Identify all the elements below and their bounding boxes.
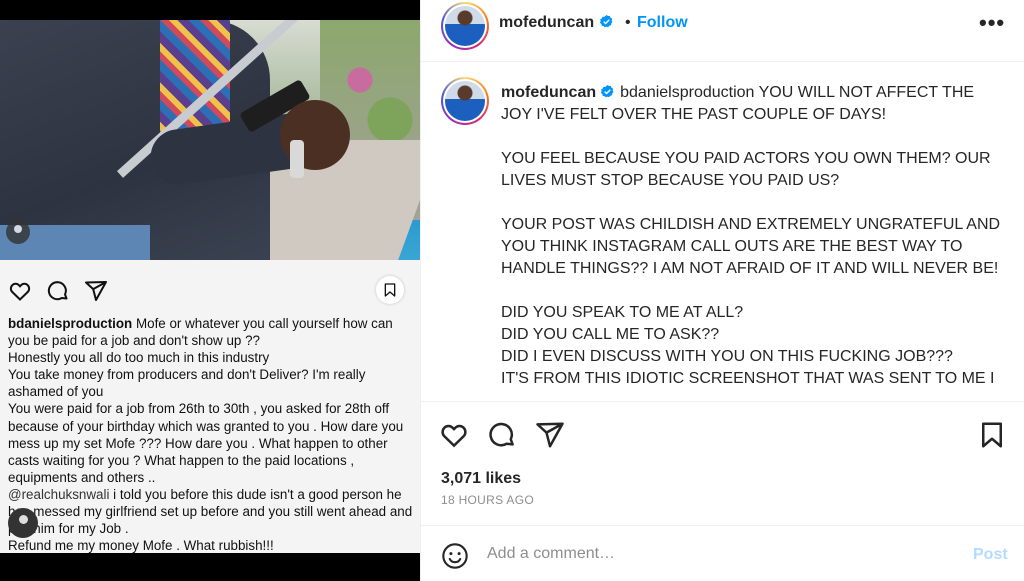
more-options-button[interactable]: ••• — [979, 10, 1005, 36]
screenshot-user-icon — [8, 508, 38, 538]
screenshot-action-row — [8, 278, 108, 304]
caption-username[interactable]: mofeduncan — [501, 84, 596, 101]
screenshot-mention: @realchuksnwali — [8, 486, 110, 502]
caption-section: mofeduncan bdanielsproduction YOU WILL NO… — [421, 63, 1024, 401]
post-header: mofeduncan • Follow ••• — [421, 0, 1024, 62]
tagged-user-icon — [6, 220, 30, 244]
caption-text: mofeduncan bdanielsproduction YOU WILL NO… — [501, 82, 1001, 401]
screenshot-line-2: Honestly you all do too much in this ind… — [8, 350, 270, 366]
header-separator: • — [625, 14, 631, 31]
avatar[interactable] — [441, 2, 489, 50]
caption-paragraph-2: YOU FEEL BECAUSE YOU PAID ACTORS YOU OWN… — [501, 150, 991, 189]
screenshot-bottom-bar — [0, 553, 420, 581]
header-username[interactable]: mofeduncan — [499, 14, 594, 31]
caption-paragraph-3: YOUR POST WAS CHILDISH AND EXTREMELY UNG… — [501, 216, 1001, 277]
post-photo — [0, 20, 420, 260]
likes-count[interactable]: 3,071 likes — [441, 470, 521, 488]
heart-icon — [9, 282, 31, 301]
follow-button[interactable]: Follow — [637, 14, 688, 32]
caption-paragraph-4: DID YOU SPEAK TO ME AT ALL? DID YOU CALL… — [501, 304, 995, 387]
comment-icon — [47, 281, 68, 301]
post-comment-button[interactable]: Post — [973, 546, 1008, 564]
screenshot-line-4: You were paid for a job from 26th to 30t… — [8, 401, 404, 485]
caption-avatar[interactable] — [441, 77, 489, 125]
embedded-screenshot: bdanielsproduction Mofe or whatever you … — [0, 0, 420, 581]
share-button[interactable] — [535, 420, 565, 450]
save-button[interactable] — [977, 420, 1007, 450]
screenshot-caption-text: bdanielsproduction Mofe or whatever you … — [8, 315, 413, 554]
comment-input[interactable] — [487, 540, 947, 568]
verified-badge-icon — [601, 84, 614, 98]
screenshot-line-3: You take money from producers and don't … — [8, 367, 366, 400]
share-icon — [85, 281, 107, 301]
verified-badge-icon — [599, 14, 613, 28]
like-button[interactable] — [439, 420, 469, 450]
emoji-icon[interactable] — [441, 542, 469, 570]
post-panel: mofeduncan • Follow ••• mofeduncan bdanie… — [420, 0, 1024, 581]
screenshot-final-line: Refund me my money Mofe . What rubbish!!… — [8, 538, 274, 554]
comment-bar: Post — [421, 525, 1024, 581]
post-timestamp[interactable]: 18 HOURS AGO — [441, 493, 534, 507]
screenshot-top-bar — [0, 0, 420, 20]
action-bar — [421, 401, 1024, 467]
bookmark-icon — [376, 276, 404, 304]
comment-button[interactable] — [487, 420, 517, 450]
screenshot-username: bdanielsproduction — [8, 316, 133, 331]
